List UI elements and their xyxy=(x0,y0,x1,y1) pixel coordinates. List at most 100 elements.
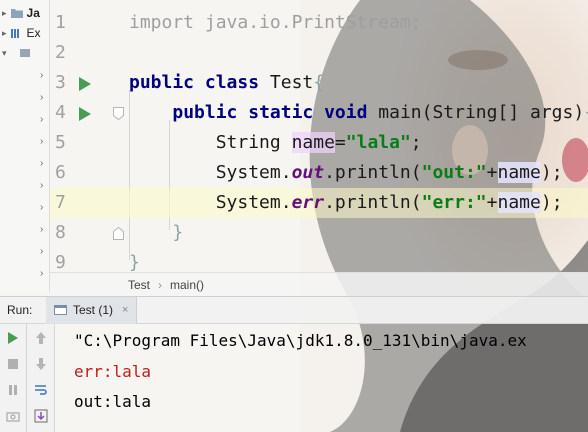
public-keyword: public xyxy=(172,102,238,123)
public-keyword: public xyxy=(129,72,195,93)
code-line[interactable]: 2 xyxy=(50,38,588,68)
package-icon xyxy=(19,49,30,57)
console-stderr-line: err:lala xyxy=(74,362,152,381)
scroll-arrow-icon: › xyxy=(40,268,44,279)
class-ref: System. xyxy=(215,162,292,183)
plus-operator: + xyxy=(486,162,498,183)
console-toolbar xyxy=(27,324,55,432)
call-close: ); xyxy=(540,192,563,213)
static-keyword: static xyxy=(237,102,314,123)
scroll-to-end-icon xyxy=(34,409,48,423)
scroll-arrow-icon: › xyxy=(40,92,44,103)
class-keyword: class xyxy=(194,72,260,93)
scroll-arrow-icon: › xyxy=(40,158,44,169)
import-keyword: import xyxy=(129,12,195,33)
line-number: 5 xyxy=(55,132,66,153)
project-tree-label: Ex xyxy=(26,26,41,40)
variable-reference: name xyxy=(497,162,541,183)
arrow-down-icon xyxy=(36,358,46,370)
method-call: .println( xyxy=(324,192,422,213)
project-tree-item[interactable]: ▸ Ja xyxy=(2,3,48,23)
line-number: 2 xyxy=(55,42,66,63)
project-tree-item[interactable]: ▸ Ex xyxy=(2,23,48,43)
run-label: Run: xyxy=(7,303,33,317)
static-field: out xyxy=(291,162,325,183)
breadcrumb-class[interactable]: Test xyxy=(128,278,150,292)
stop-icon xyxy=(8,359,18,369)
string-literal: "lala" xyxy=(345,132,411,153)
run-tab-test[interactable]: Test (1) × xyxy=(46,296,138,324)
line-number: 6 xyxy=(55,162,66,183)
project-tree-item[interactable]: ▾ xyxy=(2,43,48,63)
code-line[interactable]: 5 String name="lala"; xyxy=(50,128,588,158)
string-literal: "out:" xyxy=(421,162,487,183)
scroll-arrow-icon: › xyxy=(40,70,44,81)
scroll-up-button[interactable] xyxy=(31,328,51,348)
run-main-icon[interactable] xyxy=(78,106,92,122)
plus-operator: + xyxy=(486,192,498,213)
soft-wrap-button[interactable] xyxy=(31,380,51,400)
type-name: String xyxy=(215,132,292,153)
static-field: err xyxy=(291,192,325,213)
scroll-down-button[interactable] xyxy=(31,354,51,374)
code-line-current[interactable]: 7 System.err.println("err:"+name); xyxy=(50,188,588,218)
class-name: Test xyxy=(259,72,314,93)
run-toolbar xyxy=(0,324,27,432)
code-editor[interactable]: 1 import java.io.PrintStream; 2 3 public… xyxy=(50,0,588,273)
brace: { xyxy=(313,72,325,93)
run-config-icon xyxy=(54,305,67,315)
string-literal: "err:" xyxy=(421,192,487,213)
console-stdout-line: out:lala xyxy=(74,392,152,411)
console-command-line: "C:\Program Files\Java\jdk1.8.0_131\bin\… xyxy=(74,331,527,350)
breadcrumb-method[interactable]: main() xyxy=(170,278,204,292)
scroll-arrow-icon: › xyxy=(40,202,44,213)
scroll-arrow-icon: › xyxy=(40,246,44,257)
pause-icon xyxy=(9,385,17,395)
method-call: .println( xyxy=(324,162,422,183)
assign-operator: = xyxy=(334,132,346,153)
code-line[interactable]: 8 } xyxy=(50,218,588,248)
variable-reference: name xyxy=(497,192,541,213)
breadcrumb-separator: › xyxy=(158,277,163,292)
code-line[interactable]: 4 public static void main(String[] args)… xyxy=(50,98,588,128)
project-tool-window: ▸ Ja ▸ Ex ▾ › › › › › › › › › › xyxy=(0,0,50,292)
line-number: 3 xyxy=(55,72,66,93)
expand-arrow-icon[interactable]: ▸ xyxy=(2,8,7,19)
close-tab-icon[interactable]: × xyxy=(122,304,128,316)
collapse-arrow-icon[interactable]: ▾ xyxy=(2,48,7,59)
camera-icon xyxy=(6,412,20,422)
rerun-button[interactable] xyxy=(3,328,23,348)
brace: { xyxy=(584,102,588,123)
fold-icon[interactable] xyxy=(113,107,124,120)
project-tree-label: Ja xyxy=(26,6,40,20)
code-line[interactable]: 3 public class Test{ xyxy=(50,68,588,98)
brace: } xyxy=(129,252,140,273)
arrow-up-icon xyxy=(36,332,46,344)
breadcrumb: Test › main() xyxy=(50,272,588,296)
scroll-arrow-icon: › xyxy=(40,224,44,235)
scroll-to-end-button[interactable] xyxy=(31,406,51,426)
code-line[interactable]: 6 System.out.println("out:"+name); xyxy=(50,158,588,188)
line-number: 4 xyxy=(55,102,66,123)
soft-wrap-icon xyxy=(35,385,47,395)
variable-declaration: name xyxy=(291,132,335,153)
expand-arrow-icon[interactable]: ▸ xyxy=(2,28,7,39)
library-icon xyxy=(10,29,19,38)
dump-threads-button[interactable] xyxy=(3,406,23,426)
code-line[interactable]: 1 import java.io.PrintStream; xyxy=(50,8,588,38)
scroll-arrow-icon: › xyxy=(40,136,44,147)
line-number: 1 xyxy=(55,12,66,33)
line-number: 8 xyxy=(55,222,66,243)
pause-button[interactable] xyxy=(3,380,23,400)
void-keyword: void xyxy=(313,102,368,123)
call-close: ); xyxy=(540,162,563,183)
run-tab-label: Test (1) xyxy=(73,303,114,317)
run-class-icon[interactable] xyxy=(78,76,92,92)
console-output[interactable]: "C:\Program Files\Java\jdk1.8.0_131\bin\… xyxy=(55,324,588,432)
scroll-arrow-icon: › xyxy=(40,114,44,125)
stop-button[interactable] xyxy=(3,354,23,374)
play-icon xyxy=(8,332,18,344)
class-ref: System. xyxy=(215,192,292,213)
import-path: java.io.PrintStream; xyxy=(194,12,422,33)
fold-end-icon[interactable] xyxy=(113,227,124,240)
